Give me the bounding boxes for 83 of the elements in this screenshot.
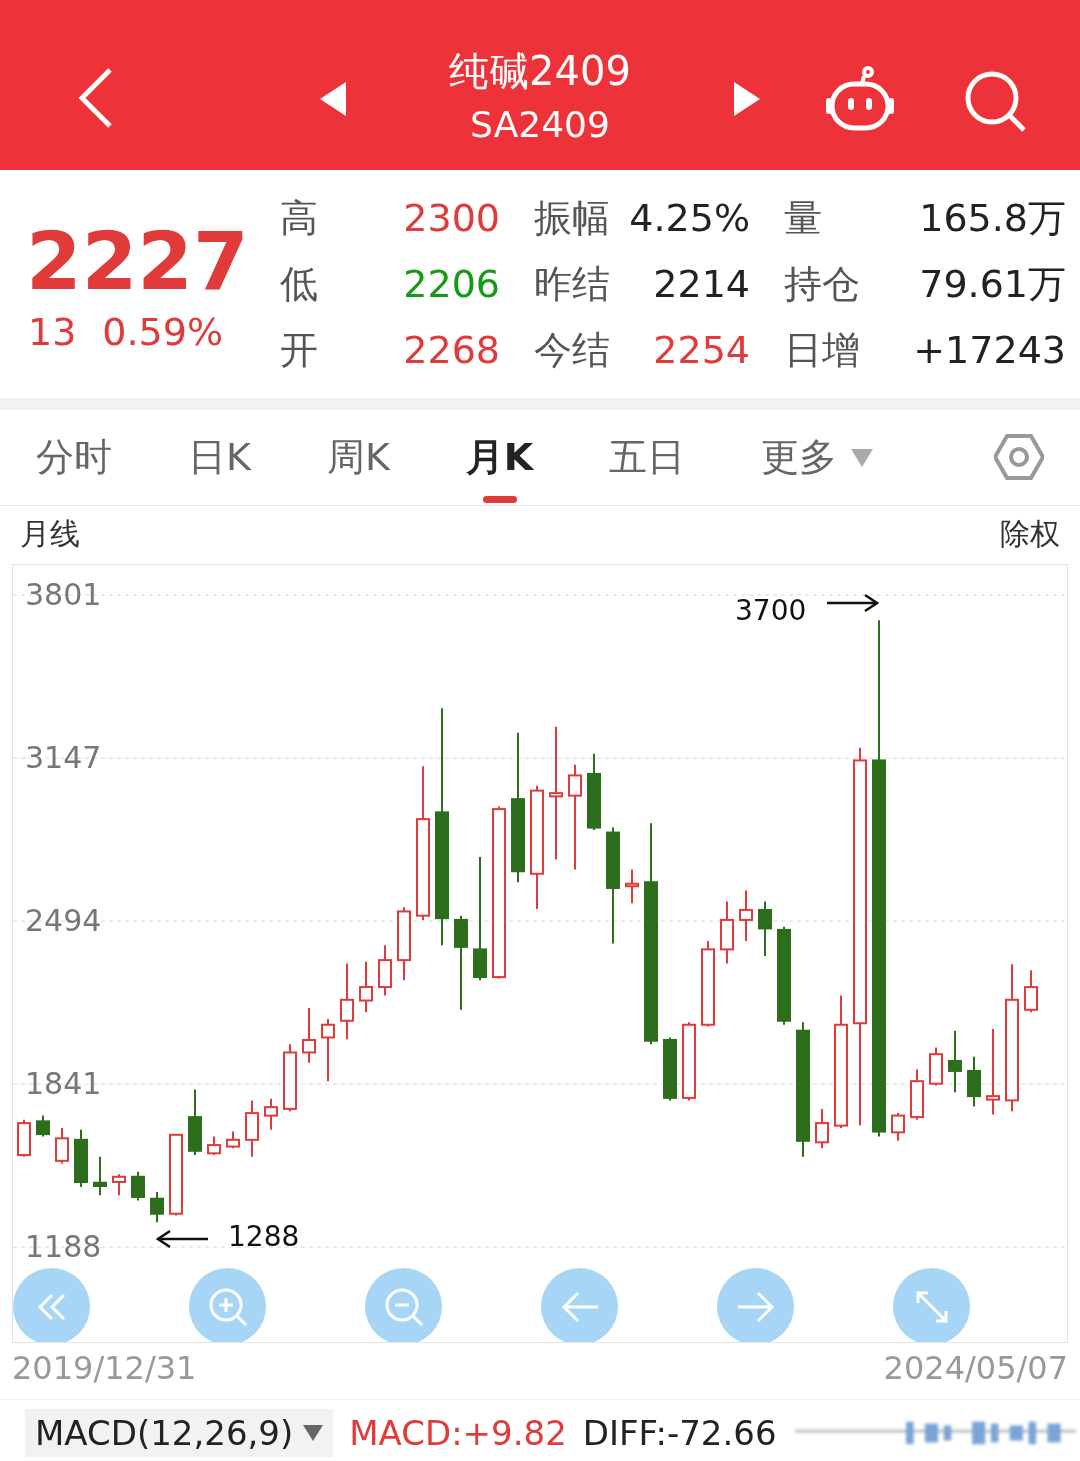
zoom-in-icon (207, 1286, 248, 1327)
stat-value: 165.8万 (918, 195, 1066, 242)
search-icon[interactable] (964, 70, 1028, 134)
candle (359, 960, 373, 1014)
candle (321, 1018, 335, 1083)
candle (93, 1155, 107, 1197)
axis-label: 3147 (25, 741, 102, 776)
contract-code: SA2409 (470, 103, 610, 147)
caret-icon (851, 448, 874, 467)
stat-label: 高 (280, 195, 319, 242)
caret-icon (303, 1424, 324, 1441)
tab-underline (482, 496, 517, 503)
candle (948, 1029, 962, 1094)
chart-tab[interactable]: 周K (326, 410, 390, 505)
stat-value: 2254 (652, 327, 750, 374)
settings-icon[interactable] (994, 434, 1044, 480)
percent-change: 0.59% (102, 310, 224, 354)
candle (207, 1135, 221, 1157)
price-change: 13 (28, 310, 77, 354)
stat-label: 低 (280, 261, 319, 308)
axis-label: 2494 (25, 904, 102, 939)
previous-icon[interactable] (320, 82, 346, 116)
candle (378, 944, 392, 997)
axis-label: 1841 (25, 1067, 102, 1102)
chart-tab[interactable]: 更多 (761, 410, 874, 505)
axis-label: 1188 (25, 1230, 102, 1265)
stat-value: 2206 (402, 261, 500, 308)
period-label: 月线 (20, 514, 80, 553)
candle (815, 1107, 829, 1150)
robot-icon[interactable] (824, 66, 896, 132)
candle (264, 1097, 278, 1131)
candle (188, 1088, 202, 1157)
candle (36, 1114, 50, 1138)
stat-label: 振幅 (533, 195, 611, 242)
stat-label: 量 (783, 195, 823, 242)
candle (929, 1046, 943, 1087)
chart-tab[interactable]: 五日 (609, 410, 686, 505)
candle (758, 900, 772, 958)
contract-name: 纯碱2409 (449, 47, 631, 96)
annotation-label: 3700 (735, 594, 807, 628)
candle (112, 1173, 126, 1197)
stat-value: 2214 (652, 261, 750, 308)
candle (17, 1118, 31, 1158)
stat-value: 2300 (402, 195, 500, 242)
candle (625, 868, 639, 905)
stat-label: 今结 (533, 327, 611, 374)
indicator-dropdown[interactable]: MACD(12,26,9) (25, 1408, 334, 1457)
indicator-value: MACD:+9.82 (349, 1412, 567, 1453)
stat-value: +17243 (912, 327, 1066, 374)
stat-value: 2268 (402, 327, 500, 374)
chart-tab[interactable]: 日K (188, 410, 251, 505)
candle (891, 1112, 905, 1142)
candle (967, 1055, 981, 1108)
candle (74, 1128, 88, 1188)
candle (150, 1191, 164, 1224)
annotation-label: 1288 (228, 1220, 300, 1254)
axis-label: 3801 (25, 577, 102, 612)
stat-label: 开 (280, 327, 319, 374)
chart-tab[interactable]: 分时 (36, 410, 112, 505)
start-date: 2019/12/31 (12, 1349, 197, 1387)
indicator-value: DIFF:-72.66 (582, 1412, 777, 1453)
candle (910, 1068, 924, 1121)
candle (720, 900, 734, 965)
stat-label: 日增 (783, 327, 861, 374)
candle (55, 1127, 69, 1165)
candle (245, 1099, 259, 1158)
candle (663, 1036, 677, 1102)
chart-tab[interactable]: 月K (465, 410, 534, 505)
candle (226, 1130, 240, 1150)
adjust-label[interactable]: 除权 (1000, 513, 1060, 555)
candle (739, 889, 753, 942)
last-price: 2227 (26, 214, 250, 310)
stat-label: 昨结 (533, 261, 611, 308)
stat-label: 持仓 (783, 261, 861, 308)
candle (302, 1007, 316, 1064)
stat-value: 4.25% (628, 195, 750, 242)
end-date: 2024/05/07 (883, 1349, 1068, 1387)
next-icon[interactable] (734, 82, 760, 116)
candle (283, 1043, 297, 1113)
candle (1024, 969, 1038, 1014)
stat-value: 79.61万 (918, 261, 1066, 308)
zoom-out-icon (383, 1286, 424, 1327)
candle (131, 1170, 145, 1202)
